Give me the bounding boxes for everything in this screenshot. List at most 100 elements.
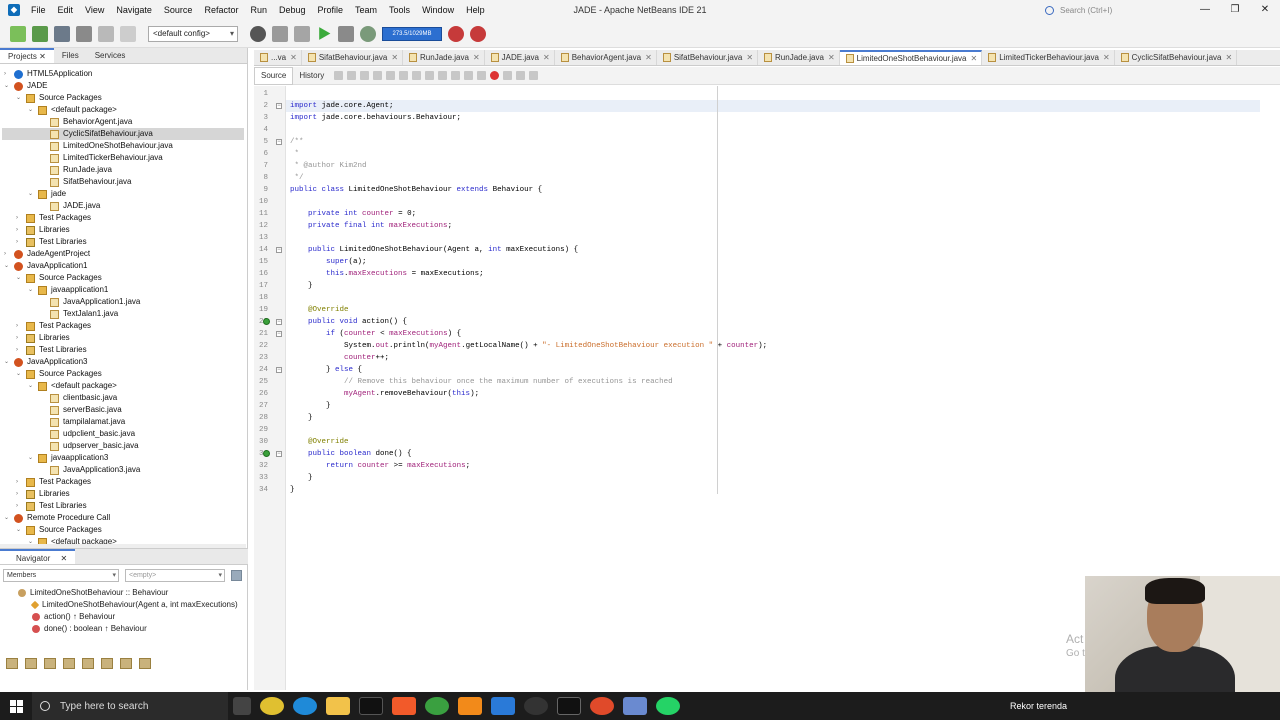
tree-node[interactable]: › Libraries <box>16 224 70 236</box>
tree-node[interactable]: › Test Packages <box>16 212 91 224</box>
debug-icon[interactable] <box>338 25 354 42</box>
editor-tab[interactable]: RunJade.java ✕ <box>403 50 485 65</box>
tree-node[interactable]: serverBasic.java <box>40 404 122 416</box>
tree-node[interactable]: ⌄ Source Packages <box>16 272 102 284</box>
tree-node[interactable]: ⌄ JavaApplication1 <box>4 260 87 272</box>
tree-node[interactable]: JavaApplication1.java <box>40 296 140 308</box>
tree-node[interactable]: JavaApplication3.java <box>40 464 140 476</box>
close-tab-icon[interactable]: ✕ <box>473 50 480 65</box>
tree-toggle-icon[interactable]: › <box>16 224 24 236</box>
tree-node[interactable]: RunJade.java <box>40 164 112 176</box>
tree-toggle-icon[interactable]: ⌄ <box>28 452 36 464</box>
terminal-icon[interactable] <box>556 697 581 715</box>
close-tab-icon[interactable]: ✕ <box>828 50 835 65</box>
tree-node[interactable]: ⌄ Remote Procedure Call <box>4 512 110 524</box>
new-file-icon[interactable] <box>10 25 26 42</box>
editor-tab[interactable]: LimitedOneShotBehaviour.java ✕ <box>839 50 983 65</box>
toggle-bookmark-icon[interactable] <box>425 71 435 80</box>
tree-toggle-icon[interactable]: ⌄ <box>28 284 36 296</box>
menu-tools[interactable]: Tools <box>384 0 415 20</box>
menu-profile[interactable]: Profile <box>313 0 349 20</box>
sort-source-icon[interactable] <box>101 658 113 669</box>
menu-debug[interactable]: Debug <box>274 0 311 20</box>
fold-toggle-icon[interactable]: − <box>276 139 282 145</box>
fold-toggle-icon[interactable]: − <box>276 103 282 109</box>
navigator-options-icon[interactable] <box>231 570 242 581</box>
menu-help[interactable]: Help <box>461 0 490 20</box>
task-view-icon[interactable] <box>232 697 251 715</box>
editor-tab[interactable]: LimitedTickerBehaviour.java ✕ <box>982 50 1115 65</box>
xampp-icon[interactable] <box>457 697 482 715</box>
stop-macro-icon[interactable] <box>503 71 513 80</box>
navigator-member[interactable]: action() ↑ Behaviour <box>32 611 115 623</box>
tree-node[interactable]: CyclicSifatBehaviour.java <box>2 128 244 140</box>
tree-toggle-icon[interactable]: ⌄ <box>28 104 36 116</box>
tree-toggle-icon[interactable]: ⌄ <box>4 260 12 272</box>
toggle-highlight-icon[interactable] <box>412 71 422 80</box>
editor-tab[interactable]: ...va ✕ <box>254 50 302 65</box>
find-next-icon[interactable] <box>399 71 409 80</box>
tree-node[interactable]: › Test Libraries <box>16 344 87 356</box>
tree-node[interactable]: tampilalamat.java <box>40 416 125 428</box>
green-app-icon[interactable] <box>424 697 449 715</box>
tree-node[interactable]: › Libraries <box>16 488 70 500</box>
tree-node[interactable]: › Test Libraries <box>16 236 87 248</box>
tree-toggle-icon[interactable]: › <box>16 476 24 488</box>
navigator-member[interactable]: done() : boolean ↑ Behaviour <box>32 623 147 635</box>
close-tab-icon[interactable]: ✕ <box>391 50 398 65</box>
tree-node[interactable]: ⌄ Source Packages <box>16 524 102 536</box>
tree-toggle-icon[interactable]: ⌄ <box>16 368 24 380</box>
ide-search-field[interactable]: Search (Ctrl+I) <box>1045 3 1190 17</box>
find-previous-icon[interactable] <box>386 71 396 80</box>
close-window-button[interactable]: ✕ <box>1250 0 1280 20</box>
close-tab-icon[interactable]: ✕ <box>746 50 753 65</box>
navigator-member[interactable]: LimitedOneShotBehaviour(Agent a, int max… <box>30 599 238 611</box>
editor-gutter[interactable]: 12−345−67891011121314−151617181920−21−22… <box>254 86 286 690</box>
editor-tab[interactable]: RunJade.java ✕ <box>758 50 840 65</box>
new-project-icon[interactable] <box>32 25 48 42</box>
start-macro-icon[interactable] <box>490 71 500 80</box>
back-icon[interactable] <box>347 71 357 80</box>
menu-team[interactable]: Team <box>350 0 382 20</box>
fold-toggle-icon[interactable]: − <box>276 319 282 325</box>
editor-tab[interactable]: SifatBehaviour.java ✕ <box>302 50 404 65</box>
github-icon[interactable] <box>523 697 548 715</box>
source-view-tab[interactable]: Source <box>254 66 294 85</box>
tree-node[interactable]: › Test Libraries <box>16 500 87 512</box>
tree-node[interactable]: ⌄ JavaApplication3 <box>4 356 87 368</box>
comment-icon[interactable] <box>516 71 526 80</box>
tab-files[interactable]: Files <box>54 48 87 63</box>
tree-toggle-icon[interactable]: › <box>16 488 24 500</box>
tab-navigator[interactable]: Navigator ✕ <box>0 549 76 564</box>
tree-node[interactable]: ⌄ Source Packages <box>16 368 102 380</box>
override-marker-icon[interactable] <box>263 450 270 457</box>
fqn-icon[interactable] <box>120 658 132 669</box>
brave-icon[interactable] <box>391 697 416 715</box>
close-tab-icon[interactable]: ✕ <box>543 50 550 65</box>
tree-node[interactable]: ⌄ jade <box>28 188 66 200</box>
next-bookmark-icon[interactable] <box>451 71 461 80</box>
tree-toggle-icon[interactable]: › <box>16 236 24 248</box>
tree-node[interactable]: ⌄ javaapplication1 <box>28 284 108 296</box>
editor-tab[interactable]: BehaviorAgent.java ✕ <box>555 50 657 65</box>
profile-icon[interactable] <box>360 25 376 42</box>
last-edit-icon[interactable] <box>334 71 344 80</box>
tree-node[interactable]: ⌄ JADE <box>4 80 47 92</box>
tree-toggle-icon[interactable]: › <box>16 320 24 332</box>
close-tab-icon[interactable]: ✕ <box>1225 50 1232 65</box>
menu-refactor[interactable]: Refactor <box>199 0 243 20</box>
close-tab-icon[interactable]: ✕ <box>645 50 652 65</box>
tree-toggle-icon[interactable]: ⌄ <box>28 380 36 392</box>
menu-file[interactable]: File <box>26 0 51 20</box>
tree-node[interactable]: ⌄ javaapplication3 <box>28 452 108 464</box>
editor-tab[interactable]: JADE.java ✕ <box>485 50 555 65</box>
browser-icon[interactable] <box>250 25 266 42</box>
previous-bookmark-icon[interactable] <box>438 71 448 80</box>
chrome-icon[interactable] <box>259 697 284 715</box>
netbeans-taskbar-icon[interactable] <box>622 697 647 715</box>
fold-toggle-icon[interactable]: − <box>276 367 282 373</box>
menu-source[interactable]: Source <box>159 0 198 20</box>
navigator-member[interactable]: LimitedOneShotBehaviour :: Behaviour <box>18 587 168 599</box>
minimize-button[interactable]: — <box>1190 0 1220 20</box>
undo-icon[interactable] <box>98 25 114 42</box>
